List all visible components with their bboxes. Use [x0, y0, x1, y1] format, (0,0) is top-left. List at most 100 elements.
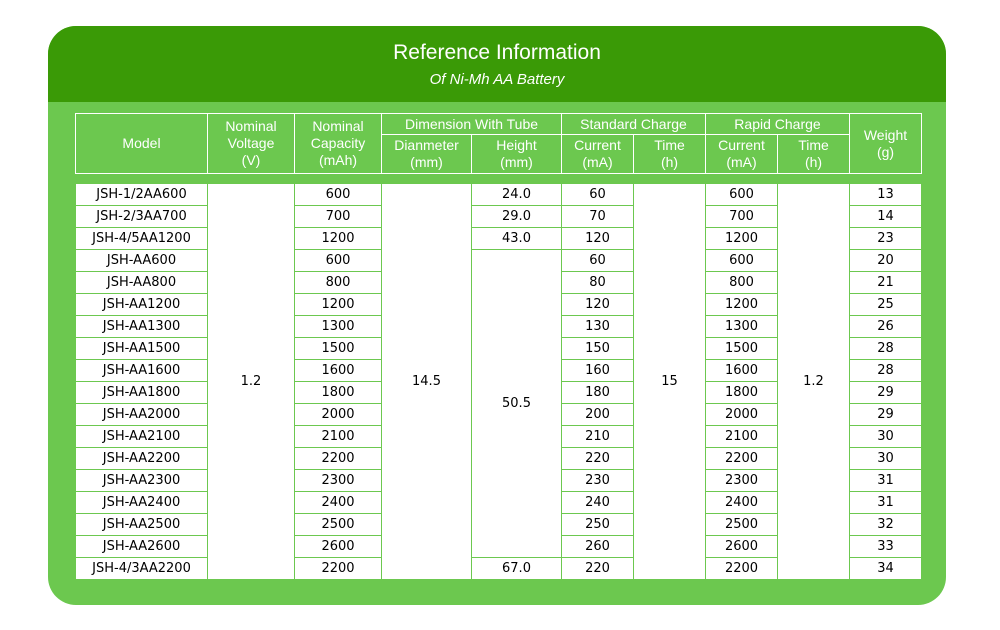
standard-current-cell: 240 — [561, 491, 634, 514]
capacity-cell: 2400 — [294, 491, 382, 514]
capacity-cell: 600 — [294, 183, 382, 206]
weight-cell: 31 — [849, 469, 922, 492]
header-standard-charge-group: Standard Charge — [561, 113, 706, 135]
rapid-current-cell: 2400 — [705, 491, 778, 514]
rapid-current-cell: 600 — [705, 249, 778, 272]
page-subtitle: Of Ni-Mh AA Battery — [429, 71, 565, 88]
height-cell: 67.0 — [471, 557, 562, 580]
model-cell: JSH-AA800 — [75, 271, 208, 294]
nominal-voltage-cell: 1.2 — [207, 183, 295, 580]
capacity-cell: 800 — [294, 271, 382, 294]
rapid-current-cell: 800 — [705, 271, 778, 294]
standard-current-cell: 80 — [561, 271, 634, 294]
standard-current-cell: 60 — [561, 183, 634, 206]
weight-cell: 13 — [849, 183, 922, 206]
rapid-current-cell: 2000 — [705, 403, 778, 426]
model-cell: JSH-AA1300 — [75, 315, 208, 338]
model-cell: JSH-1/2AA600 — [75, 183, 208, 206]
capacity-cell: 1500 — [294, 337, 382, 360]
capacity-cell: 600 — [294, 249, 382, 272]
model-cell: JSH-AA1200 — [75, 293, 208, 316]
model-cell: JSH-AA600 — [75, 249, 208, 272]
page-title: Reference Information — [393, 41, 601, 64]
capacity-cell: 2200 — [294, 557, 382, 580]
standard-current-cell: 150 — [561, 337, 634, 360]
height-cell: 24.0 — [471, 183, 562, 206]
model-cell: JSH-AA2400 — [75, 491, 208, 514]
weight-cell: 14 — [849, 205, 922, 228]
weight-cell: 31 — [849, 491, 922, 514]
capacity-cell: 1200 — [294, 227, 382, 250]
standard-current-cell: 120 — [561, 227, 634, 250]
standard-current-cell: 210 — [561, 425, 634, 448]
standard-current-cell: 160 — [561, 359, 634, 382]
header-dimension-group: Dimension With Tube — [381, 113, 562, 135]
header-height: Height (mm) — [471, 134, 562, 174]
header-nominal-voltage: Nominal Voltage (V) — [207, 113, 295, 174]
rapid-current-cell: 2200 — [705, 447, 778, 470]
table-row: JSH-1/2AA600 1.2 600 14.5 24.0 60 15 600 1.2 13 — [75, 183, 922, 580]
height-cell: 29.0 — [471, 205, 562, 228]
header-standard-current: Current (mA) — [561, 134, 634, 174]
header-model: Model — [75, 113, 208, 174]
model-cell: JSH-AA2500 — [75, 513, 208, 536]
capacity-cell: 1200 — [294, 293, 382, 316]
weight-cell: 26 — [849, 315, 922, 338]
rapid-current-cell: 600 — [705, 183, 778, 206]
rapid-current-cell: 1200 — [705, 227, 778, 250]
rapid-current-cell: 700 — [705, 205, 778, 228]
header-rapid-charge-group: Rapid Charge — [705, 113, 850, 135]
rapid-time-cell: 1.2 — [777, 183, 850, 580]
standard-current-cell: 220 — [561, 447, 634, 470]
standard-current-cell: 130 — [561, 315, 634, 338]
model-cell: JSH-AA2100 — [75, 425, 208, 448]
standard-time-cell: 15 — [633, 183, 706, 580]
model-cell: JSH-4/5AA1200 — [75, 227, 208, 250]
capacity-cell: 1800 — [294, 381, 382, 404]
standard-current-cell: 250 — [561, 513, 634, 536]
standard-current-cell: 120 — [561, 293, 634, 316]
rapid-current-cell: 1600 — [705, 359, 778, 382]
diameter-cell: 14.5 — [381, 183, 472, 580]
capacity-cell: 2200 — [294, 447, 382, 470]
capacity-cell: 2500 — [294, 513, 382, 536]
capacity-cell: 2600 — [294, 535, 382, 558]
capacity-cell: 700 — [294, 205, 382, 228]
rapid-current-cell: 1200 — [705, 293, 778, 316]
capacity-cell: 1600 — [294, 359, 382, 382]
capacity-cell: 2000 — [294, 403, 382, 426]
table-header: Model Nominal Voltage (V) Nominal Capacity(… — [75, 113, 922, 174]
weight-cell: 29 — [849, 381, 922, 404]
battery-table: JSH-1/2AA600 1.2 600 14.5 24.0 60 15 600 1.2 13 JS… — [75, 183, 922, 580]
rapid-current-cell: 1300 — [705, 315, 778, 338]
height-cell: 43.0 — [471, 227, 562, 250]
card-header: Reference Information Of Ni-Mh AA Batter… — [48, 26, 946, 102]
weight-cell: 33 — [849, 535, 922, 558]
capacity-cell: 2300 — [294, 469, 382, 492]
header-nominal-capacity: Nominal Capacity (mAh) — [294, 113, 382, 174]
weight-cell: 23 — [849, 227, 922, 250]
header-diameter: Dianmeter (mm) — [381, 134, 472, 174]
standard-current-cell: 60 — [561, 249, 634, 272]
header-rapid-time: Time (h) — [777, 134, 850, 174]
header-weight: Weight (g) — [849, 113, 922, 174]
header-rapid-current: Current (mA) — [705, 134, 778, 174]
header-standard-time: Time (h) — [633, 134, 706, 174]
weight-cell: 32 — [849, 513, 922, 536]
model-cell: JSH-AA2200 — [75, 447, 208, 470]
rapid-current-cell: 1500 — [705, 337, 778, 360]
model-cell: JSH-AA1600 — [75, 359, 208, 382]
standard-current-cell: 70 — [561, 205, 634, 228]
model-cell: JSH-AA1800 — [75, 381, 208, 404]
rapid-current-cell: 2500 — [705, 513, 778, 536]
weight-cell: 21 — [849, 271, 922, 294]
height-cell: 50.5 — [471, 249, 562, 558]
standard-current-cell: 220 — [561, 557, 634, 580]
model-cell: JSH-AA2000 — [75, 403, 208, 426]
standard-current-cell: 260 — [561, 535, 634, 558]
weight-cell: 28 — [849, 359, 922, 382]
model-cell: JSH-4/3AA2200 — [75, 557, 208, 580]
standard-current-cell: 230 — [561, 469, 634, 492]
rapid-current-cell: 2600 — [705, 535, 778, 558]
model-cell: JSH-2/3AA700 — [75, 205, 208, 228]
